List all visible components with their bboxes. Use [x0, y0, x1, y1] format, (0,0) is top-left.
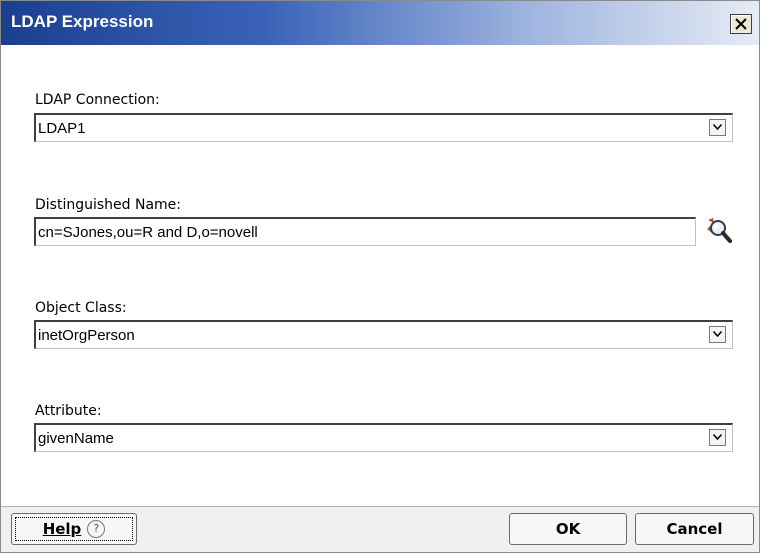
object-class-select[interactable]: inetOrgPerson: [34, 320, 733, 349]
ldap-connection-select[interactable]: LDAP1: [34, 113, 733, 142]
close-button[interactable]: [730, 14, 752, 34]
chevron-down-icon: [713, 124, 722, 130]
distinguished-name-input[interactable]: cn=SJones,ou=R and D,o=novell: [34, 217, 696, 246]
attribute-select[interactable]: givenName: [34, 423, 733, 452]
browse-search-icon[interactable]: [704, 215, 732, 245]
ldap-connection-label: LDAP Connection:: [35, 92, 160, 108]
ok-button[interactable]: OK: [509, 513, 627, 545]
ldap-connection-value: LDAP1: [38, 120, 86, 137]
ldap-connection-dropdown-button[interactable]: [709, 119, 726, 136]
object-class-label: Object Class:: [35, 300, 127, 316]
distinguished-name-label: Distinguished Name:: [35, 197, 182, 213]
distinguished-name-value: cn=SJones,ou=R and D,o=novell: [38, 224, 258, 241]
window-title: LDAP Expression: [11, 12, 154, 31]
close-icon: [735, 18, 747, 30]
object-class-dropdown-button[interactable]: [709, 326, 726, 343]
focus-rectangle: [15, 517, 133, 541]
ok-button-label: OK: [555, 520, 581, 538]
cancel-button[interactable]: Cancel: [635, 513, 754, 545]
help-button[interactable]: Help ?: [11, 513, 137, 545]
title-bar[interactable]: LDAP Expression: [1, 1, 759, 45]
attribute-label: Attribute:: [35, 403, 102, 419]
chevron-down-icon: [713, 434, 722, 440]
ldap-expression-dialog: LDAP Expression LDAP Connection: LDAP1 D…: [0, 0, 760, 553]
cancel-button-label: Cancel: [666, 520, 723, 538]
attribute-value: givenName: [38, 430, 114, 447]
object-class-value: inetOrgPerson: [38, 327, 135, 344]
chevron-down-icon: [713, 331, 722, 337]
attribute-dropdown-button[interactable]: [709, 429, 726, 446]
